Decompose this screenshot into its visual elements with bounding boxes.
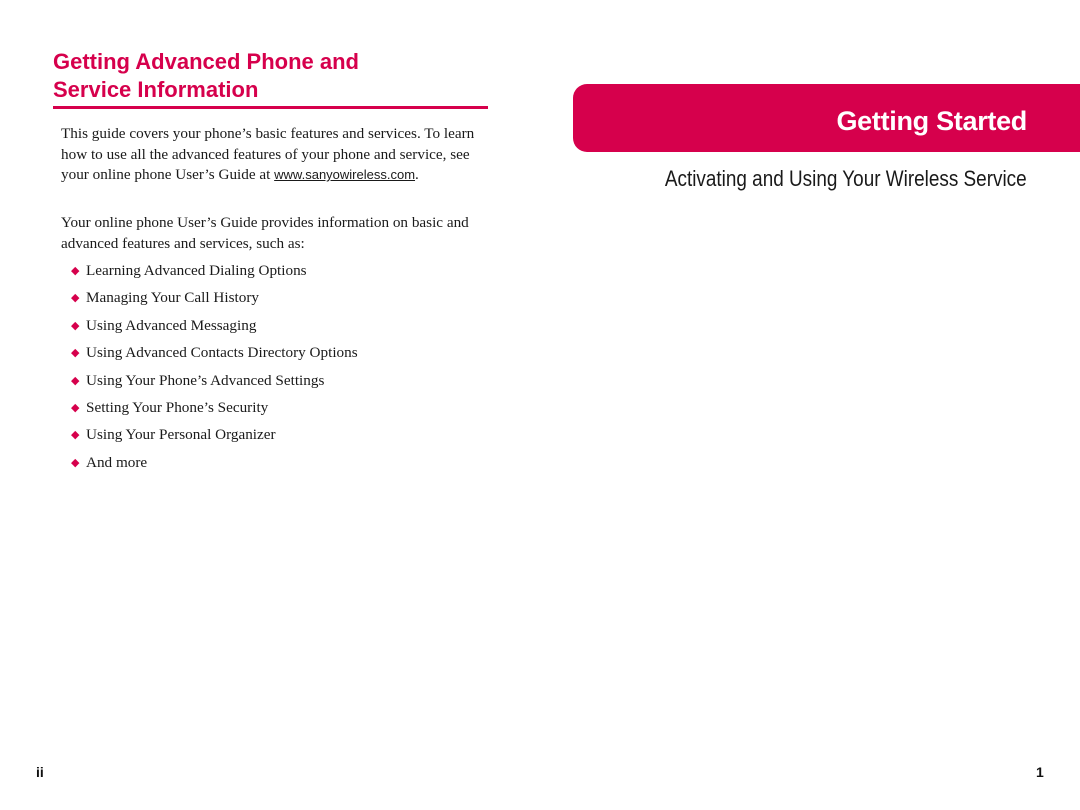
list-item: ◆ Managing Your Call History xyxy=(71,288,358,315)
diamond-icon: ◆ xyxy=(71,347,80,360)
list-item-text: And more xyxy=(86,453,148,471)
page-number-right: 1 xyxy=(1036,764,1044,780)
chapter-banner: Getting Started xyxy=(573,84,1080,152)
page-number-left: ii xyxy=(36,764,44,780)
list-item: ◆ Using Your Phone’s Advanced Settings xyxy=(71,371,358,398)
features-paragraph: Your online phone User’s Guide provides … xyxy=(61,214,469,252)
list-item: ◆ Using Advanced Messaging xyxy=(71,316,358,343)
chapter-title: Getting Started xyxy=(836,106,1027,136)
list-item-text: Using Your Phone’s Advanced Settings xyxy=(86,371,325,389)
section-heading-line2: Service Information xyxy=(53,77,259,102)
diamond-icon: ◆ xyxy=(71,456,80,469)
heading-divider xyxy=(53,106,488,109)
diamond-icon: ◆ xyxy=(71,292,80,305)
list-item: ◆ Learning Advanced Dialing Options xyxy=(71,261,358,288)
section-heading-line1: Getting Advanced Phone and xyxy=(53,49,359,74)
intro-paragraph: This guide covers your phone’s basic fea… xyxy=(61,124,491,186)
diamond-icon: ◆ xyxy=(71,265,80,277)
diamond-icon: ◆ xyxy=(71,429,80,442)
list-item: ◆ Using Advanced Contacts Directory Optio… xyxy=(71,343,358,370)
list-item-text: Using Your Personal Organizer xyxy=(86,426,276,444)
list-item: ◆ Setting Your Phone’s Security xyxy=(71,398,358,425)
intro-end: . xyxy=(415,166,419,183)
diamond-icon: ◆ xyxy=(71,401,80,414)
diamond-icon: ◆ xyxy=(71,319,80,332)
list-item: ◆ And more xyxy=(71,453,358,480)
list-item-text: Learning Advanced Dialing Options xyxy=(86,262,307,279)
list-item-text: Using Advanced Contacts Directory Option… xyxy=(86,344,358,362)
list-item-text: Managing Your Call History xyxy=(86,289,259,307)
list-item: ◆ Using Your Personal Organizer xyxy=(71,425,358,452)
website-link[interactable]: www.sanyowireless.com xyxy=(274,167,415,182)
feature-list: ◆ Learning Advanced Dialing Options ◆ Mana… xyxy=(71,261,358,480)
section-heading: Getting Advanced Phone and Service Infor… xyxy=(53,48,488,104)
chapter-subtitle: Activating and Using Your Wireless Servi… xyxy=(665,166,1027,191)
diamond-icon: ◆ xyxy=(71,374,80,387)
list-item-text: Setting Your Phone’s Security xyxy=(86,398,269,416)
list-item-text: Using Advanced Messaging xyxy=(86,316,257,334)
